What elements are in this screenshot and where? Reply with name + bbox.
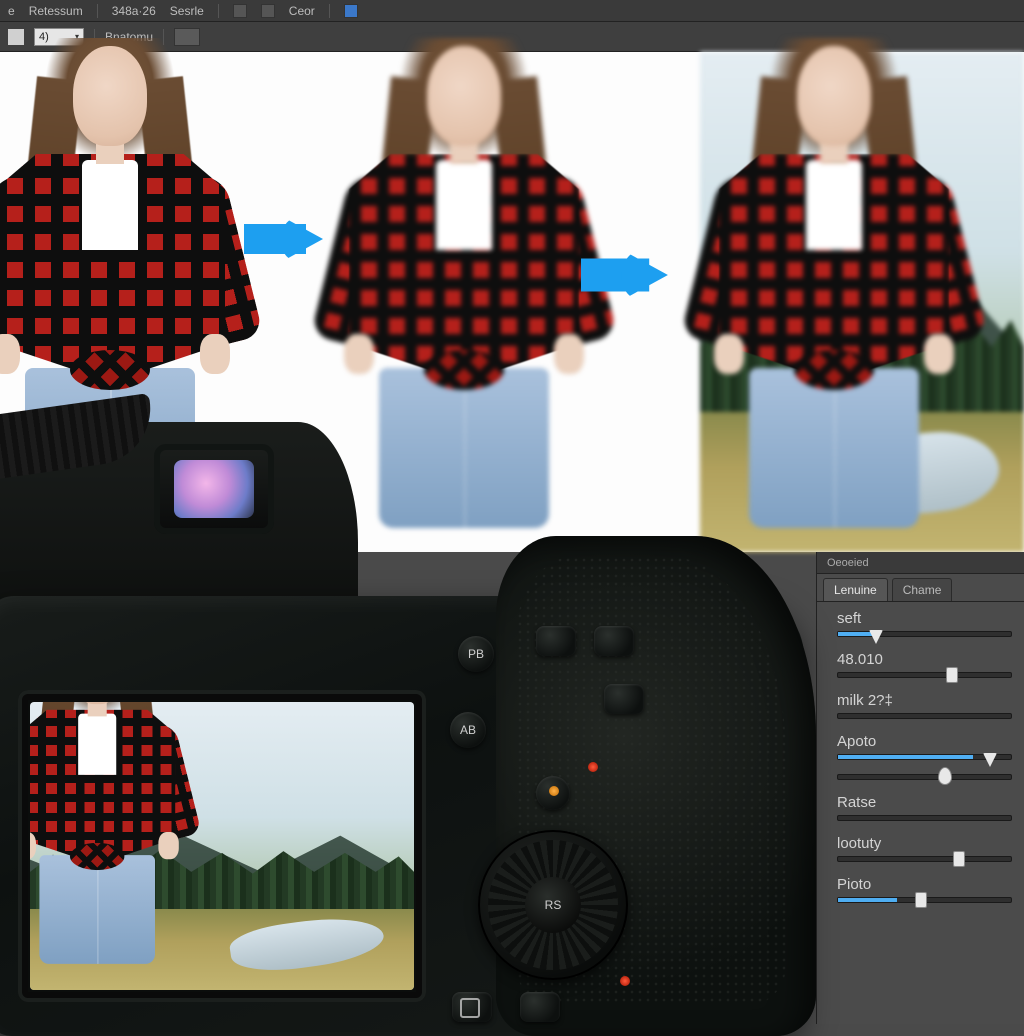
slider-label: Ratse — [837, 794, 1012, 811]
slider-label: Apoto — [837, 733, 1012, 750]
model-head — [73, 46, 147, 146]
arrow-right-icon — [581, 250, 691, 301]
camera-button-icon — [604, 684, 644, 714]
model-jeans — [379, 368, 549, 528]
camera-button-icon — [452, 992, 492, 1022]
slider-thumb[interactable] — [953, 851, 965, 867]
slider-label: 48.010 — [837, 651, 1012, 668]
model-hand — [0, 334, 20, 374]
menubar: e Retessum 348a·26 Sesrle Ceor — [0, 0, 1024, 22]
camera-button-target-icon — [536, 776, 570, 810]
camera-lcd — [30, 702, 414, 990]
panel-title: Oeoeied — [817, 552, 1024, 574]
model-hand — [554, 334, 584, 374]
panel-tabs: Lenuine Chame — [817, 574, 1024, 602]
panel-tab[interactable]: Lenuine — [823, 578, 888, 601]
model-jeans — [749, 368, 919, 528]
panel-slider-list: seft 48.010 milk 2?‡ Apoto Ratse lootuty Pioto — [817, 602, 1024, 911]
model-head — [797, 46, 871, 146]
slider-fill — [838, 898, 897, 902]
slider-label: Pioto — [837, 876, 1012, 893]
slider-row: milk 2?‡ — [837, 692, 1012, 719]
model-shirt-knot — [794, 350, 874, 390]
menu-item[interactable]: Retessum — [29, 4, 83, 18]
slider-track[interactable] — [837, 856, 1012, 862]
composite-step-3 — [694, 34, 974, 494]
slider-row: Apoto — [837, 733, 1012, 760]
camera-control-dial: RS — [478, 830, 628, 980]
menu-divider — [97, 4, 98, 18]
slider-track[interactable] — [837, 672, 1012, 678]
slider-thumb[interactable] — [938, 767, 952, 785]
slider-label: lootuty — [837, 835, 1012, 852]
camera-button-icon — [536, 626, 576, 656]
camera-rec-indicator-icon — [588, 762, 598, 772]
slider-row: Pioto — [837, 876, 1012, 903]
canvas-area: Oeoeied Lenuine Chame seft 48.010 milk 2?‡… — [0, 52, 1024, 1024]
model-hand — [200, 334, 230, 374]
camera-lcd-frame — [18, 690, 426, 1002]
slider-row — [837, 774, 1012, 780]
slider-track[interactable] — [837, 754, 1012, 760]
camera-grip — [496, 536, 816, 1036]
camera-rec-indicator-icon — [620, 976, 630, 986]
menu-item[interactable]: Sesrle — [170, 4, 204, 18]
model-tank — [806, 160, 862, 250]
slider-row: Ratse — [837, 794, 1012, 821]
composite-step-2 — [324, 34, 604, 494]
camera-button-ab: AB — [450, 712, 486, 748]
panel-tab[interactable]: Chame — [892, 578, 953, 601]
menu-item[interactable]: 348a·26 — [112, 4, 156, 18]
slider-track[interactable] — [837, 713, 1012, 719]
camera-grid-icon — [460, 998, 480, 1018]
model-tank — [82, 160, 138, 250]
slider-row: seft — [837, 610, 1012, 637]
slider-thumb[interactable] — [915, 892, 927, 908]
slider-track[interactable] — [837, 774, 1012, 780]
slider-label: milk 2?‡ — [837, 692, 1012, 709]
menu-divider — [218, 4, 219, 18]
composite-step-1 — [0, 34, 250, 494]
slider-label: seft — [837, 610, 1012, 627]
slider-row: 48.010 — [837, 651, 1012, 678]
adjustments-panel: Oeoeied Lenuine Chame seft 48.010 milk 2?‡… — [816, 552, 1024, 1024]
slider-track[interactable] — [837, 631, 1012, 637]
model-jeans — [25, 368, 195, 528]
slider-track[interactable] — [837, 897, 1012, 903]
camera-button-icon — [520, 992, 560, 1022]
model-shirt-knot — [424, 350, 504, 390]
menu-divider — [329, 4, 330, 18]
model-hand — [924, 334, 954, 374]
slider-thumb[interactable] — [983, 753, 997, 767]
model-head — [427, 46, 501, 146]
camera-indicator-icon — [549, 786, 559, 796]
model-tank — [436, 160, 492, 250]
slider-thumb[interactable] — [946, 667, 958, 683]
menu-item[interactable]: Ceor — [289, 4, 315, 18]
model-shirt-knot — [70, 350, 150, 390]
camera-body — [0, 596, 804, 1036]
toolbar-glyph-icon[interactable] — [233, 4, 247, 18]
camera-dial-center: RS — [525, 877, 581, 933]
camera-button-icon — [594, 626, 634, 656]
camera-button-pb: PB — [458, 636, 494, 672]
slider-row: lootuty — [837, 835, 1012, 862]
model-hand — [344, 334, 374, 374]
slider-track[interactable] — [837, 815, 1012, 821]
model-hand — [714, 334, 744, 374]
menu-item[interactable]: e — [8, 4, 15, 18]
toolbar-glyph-icon[interactable] — [261, 4, 275, 18]
toolbar-app-icon[interactable] — [344, 4, 358, 18]
slider-fill — [838, 755, 973, 759]
slider-thumb[interactable] — [869, 630, 883, 644]
